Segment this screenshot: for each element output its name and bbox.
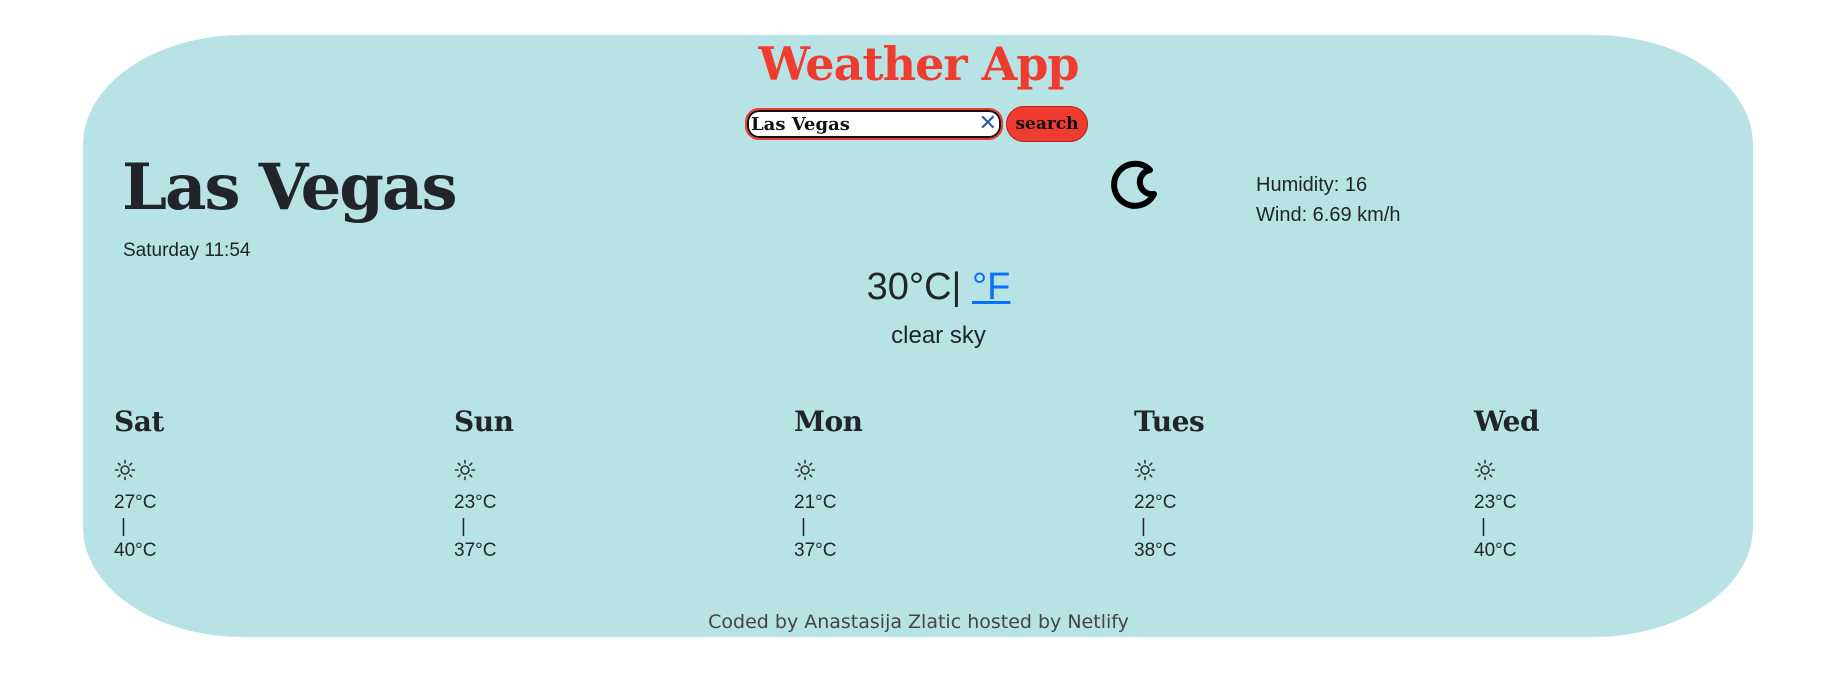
forecast-day: Sun 23°C | 37°C [454,405,654,563]
city-name: Las Vegas [122,150,458,225]
search-button[interactable]: search [1006,106,1088,142]
forecast-temps: 21°C | 37°C [794,491,994,563]
temperature-celsius: 30°C| [866,266,962,308]
sun-icon [454,459,476,481]
forecast-separator: | [801,516,806,537]
app-title: Weather App [758,37,1079,91]
forecast-separator: | [121,516,126,537]
forecast-day-name: Mon [794,405,863,438]
forecast-day-name: Tues [1134,405,1205,438]
close-icon[interactable]: ✕ [979,112,997,136]
current-temperature: 30°C| °F [0,266,1837,309]
forecast-min-temp: 23°C [454,492,497,513]
forecast-max-temp: 40°C [114,540,157,561]
forecast-max-temp: 40°C [1474,540,1517,561]
forecast-day-name: Sun [454,405,514,438]
search-input[interactable] [751,112,971,136]
forecast-temps: 22°C | 38°C [1134,491,1334,563]
forecast-separator: | [461,516,466,537]
weather-description: clear sky [891,322,986,349]
wind-speed: Wind: 6.69 km/h [1256,204,1401,226]
forecast-max-temp: 38°C [1134,540,1177,561]
forecast-min-temp: 22°C [1134,492,1177,513]
sun-icon [114,459,136,481]
sun-icon [1474,459,1496,481]
search-field[interactable]: ✕ [745,108,1003,140]
forecast-day: Mon 21°C | 37°C [794,405,994,563]
sun-icon [1134,459,1156,481]
footer-credits: Coded by Anastasija Zlatic hosted by Net… [708,611,1129,633]
date-time: Saturday 11:54 [123,240,251,261]
forecast-temps: 23°C | 40°C [1474,491,1674,563]
search-form: ✕ search [745,106,1088,142]
forecast-min-temp: 21°C [794,492,837,513]
forecast-separator: | [1141,516,1146,537]
forecast-day: Tues 22°C | 38°C [1134,405,1334,563]
forecast-day: Sat 27°C | 40°C [114,405,314,563]
forecast-temps: 23°C | 37°C [454,491,654,563]
forecast-temps: 27°C | 40°C [114,491,314,563]
forecast-max-temp: 37°C [454,540,497,561]
fahrenheit-link[interactable]: °F [972,266,1010,308]
humidity: Humidity: 16 [1256,174,1368,196]
forecast-day-name: Wed [1474,405,1540,438]
weather-details: Humidity: 16 Wind: 6.69 km/h [1256,170,1401,230]
sun-icon [794,459,816,481]
forecast-separator: | [1481,516,1486,537]
forecast-max-temp: 37°C [794,540,837,561]
forecast-day: Wed 23°C | 40°C [1474,405,1674,563]
forecast-day-name: Sat [114,405,164,438]
forecast-min-temp: 27°C [114,492,157,513]
moon-icon [1111,160,1157,209]
forecast-min-temp: 23°C [1474,492,1517,513]
